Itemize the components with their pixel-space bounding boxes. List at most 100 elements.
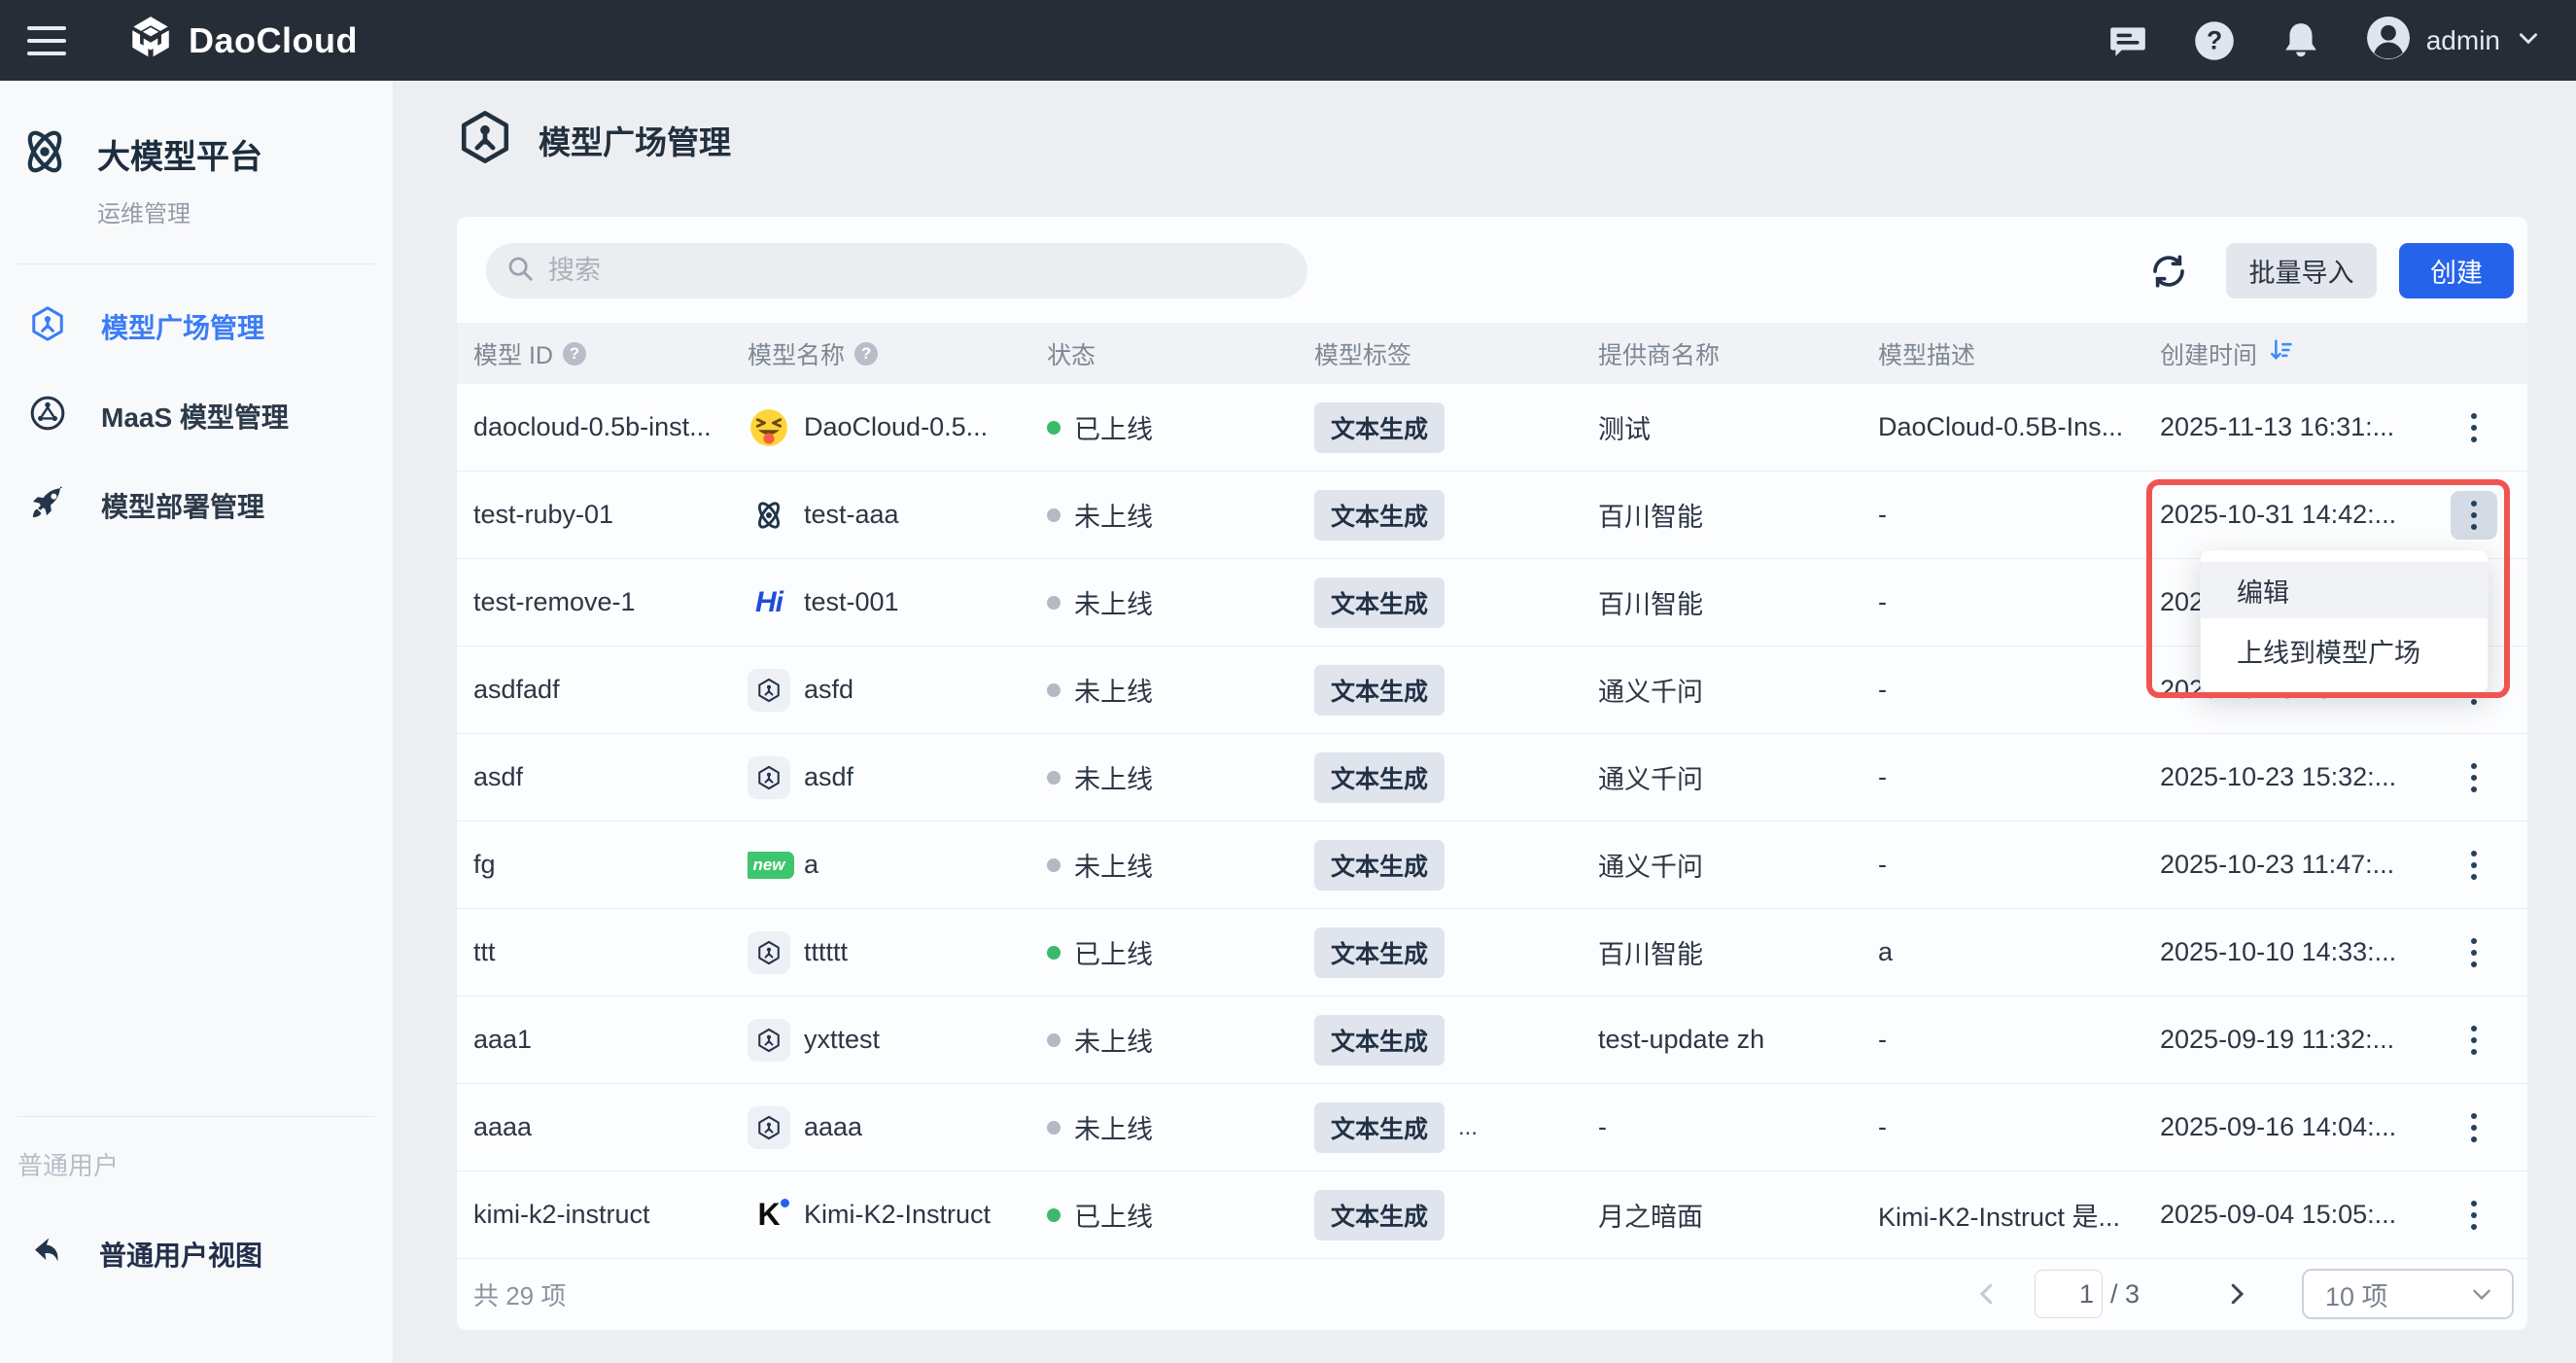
status-cell: 未上线 (1047, 1108, 1314, 1146)
created-time-cell: 2025-09-16 14:04:... (2160, 1112, 2437, 1142)
top-navbar: DaoCloud ? admin (0, 0, 2576, 81)
tag-badge: 文本生成 (1314, 402, 1445, 453)
chevron-down-icon (2469, 1281, 2494, 1307)
description-cell: - (1878, 1112, 2160, 1142)
status-dot (1047, 858, 1061, 872)
model-icon (748, 756, 790, 799)
row-actions-button[interactable] (2451, 1191, 2497, 1240)
column-header-status[interactable]: 状态 (1047, 336, 1314, 371)
status-dot (1047, 421, 1061, 435)
menu-item-publish[interactable]: 上线到模型广场 (2201, 618, 2488, 683)
tag-badge: 文本生成 (1314, 927, 1445, 978)
provider-cell: 月之暗面 (1598, 1196, 1878, 1234)
provider-cell: 百川智能 (1598, 496, 1878, 534)
table-row[interactable]: test-ruby-01 test-aaa 未上线 文本生成 百川智能 - 20… (457, 472, 2527, 559)
table-row[interactable]: aaa1 yxttest 未上线 文本生成 test-update zh - 2… (457, 996, 2527, 1084)
total-count: 共 29 项 (473, 1276, 566, 1312)
provider-cell: 百川智能 (1598, 933, 1878, 971)
help-icon[interactable]: ? (2193, 19, 2236, 62)
created-time-cell: 2025-09-04 15:05:... (2160, 1200, 2437, 1230)
model-tag-cell: 文本生成 (1314, 752, 1598, 803)
row-actions-button[interactable] (2451, 753, 2497, 802)
table-row[interactable]: asdf asdf 未上线 文本生成 通义千问 - 2025-10-23 15:… (457, 734, 2527, 821)
sidebar: 大模型平台 运维管理 模型广场管理 MaaS 模型管理 模型部署管理 普通用户 (0, 81, 394, 1363)
table-row[interactable]: fg new a 未上线 文本生成 通义千问 - 2025-10-23 11:4… (457, 821, 2527, 909)
status-dot (1047, 1121, 1061, 1135)
model-tag-cell: 文本生成 (1314, 490, 1598, 541)
model-icon (748, 1106, 790, 1149)
row-actions-button[interactable] (2451, 841, 2497, 890)
bulk-import-button[interactable]: 批量导入 (2226, 243, 2377, 298)
row-actions-button[interactable] (2451, 1016, 2497, 1065)
model-tag-cell: 文本生成 (1314, 1015, 1598, 1066)
back-arrow-icon (29, 1234, 64, 1276)
description-cell: - (1878, 587, 2160, 617)
search-input[interactable] (548, 256, 1288, 286)
sidebar-title: 大模型平台 (97, 130, 262, 178)
status-cell: 已上线 (1047, 933, 1314, 971)
sidebar-item-maas[interactable]: MaaS 模型管理 (0, 371, 393, 461)
menu-toggle-button[interactable] (27, 17, 76, 65)
page-size-select[interactable]: 10 项 (2302, 1269, 2514, 1319)
prev-page-icon[interactable] (1972, 1279, 2002, 1309)
table-row[interactable]: aaaa aaaa 未上线 文本生成 ... - - 2025-09-16 14… (457, 1084, 2527, 1171)
model-name-cell: DaoCloud-0.5... (748, 408, 1047, 447)
menu-item-edit[interactable]: 编辑 (2201, 562, 2488, 618)
model-name-cell: asdf (748, 756, 1047, 799)
brand: DaoCloud (126, 14, 358, 67)
help-circle-icon[interactable]: ? (563, 342, 586, 366)
main-content: 模型广场管理 批量导入 创建 模型 ID? 模型名称? 状态 (394, 81, 2576, 1363)
sidebar-subtitle: 运维管理 (97, 194, 262, 228)
feedback-icon[interactable] (2107, 20, 2148, 61)
notifications-bell-icon[interactable] (2280, 20, 2321, 61)
table-header: 模型 ID? 模型名称? 状态 模型标签 提供商名称 模型描述 创建时间 (457, 323, 2527, 384)
model-tag-cell: 文本生成 (1314, 665, 1598, 716)
rocket-icon (29, 484, 66, 528)
tag-badge: 文本生成 (1314, 1015, 1445, 1066)
search-icon (505, 254, 535, 288)
daocloud-cube-icon (126, 14, 175, 67)
provider-cell: 通义千问 (1598, 846, 1878, 884)
model-icon (748, 1019, 790, 1062)
refresh-icon[interactable] (2148, 251, 2189, 292)
sort-desc-icon[interactable] (2267, 336, 2294, 370)
tag-badge: 文本生成 (1314, 490, 1445, 541)
sidebar-item-label: 模型部署管理 (101, 486, 264, 525)
model-name-cell: Hi test-001 (748, 586, 1047, 619)
column-header-description[interactable]: 模型描述 (1878, 336, 2160, 371)
row-actions-button[interactable] (2451, 928, 2497, 977)
tag-badge: 文本生成 (1314, 665, 1445, 716)
sidebar-item-model-square[interactable]: 模型广场管理 (0, 282, 393, 371)
created-time-cell: 2025-10-23 11:47:... (2160, 850, 2437, 880)
search-box (486, 243, 1307, 298)
table-row[interactable]: ttt tttttt 已上线 文本生成 百川智能 a 2025-10-10 14… (457, 909, 2527, 996)
next-page-icon[interactable] (2222, 1279, 2251, 1309)
model-name-cell: tttttt (748, 931, 1047, 974)
model-tag-cell: 文本生成 ... (1314, 1102, 1598, 1153)
column-header-provider[interactable]: 提供商名称 (1598, 336, 1878, 371)
model-id-cell: fg (473, 850, 748, 880)
sidebar-item-deploy[interactable]: 模型部署管理 (0, 461, 393, 550)
provider-cell: 测试 (1598, 408, 1878, 446)
column-header-model-id[interactable]: 模型 ID? (473, 336, 748, 371)
table-row[interactable]: kimi-k2-instruct K Kimi-K2-Instruct 已上线 … (457, 1171, 2527, 1259)
page-title: 模型广场管理 (539, 117, 731, 163)
column-header-model-name[interactable]: 模型名称? (748, 336, 1047, 371)
table-row[interactable]: daocloud-0.5b-inst... DaoCloud-0.5... 已上… (457, 384, 2527, 472)
sidebar-item-label: MaaS 模型管理 (101, 397, 289, 436)
help-circle-icon[interactable]: ? (854, 342, 878, 366)
create-button[interactable]: 创建 (2399, 243, 2514, 298)
row-actions-button[interactable] (2451, 1103, 2497, 1152)
model-tag-cell: 文本生成 (1314, 840, 1598, 891)
model-tag-cell: 文本生成 (1314, 927, 1598, 978)
model-icon: K (748, 1197, 790, 1233)
row-actions-button[interactable] (2451, 403, 2497, 452)
column-header-tags[interactable]: 模型标签 (1314, 336, 1598, 371)
user-menu[interactable]: admin (2366, 16, 2541, 65)
status-cell: 已上线 (1047, 408, 1314, 446)
model-id-cell: asdfadf (473, 675, 748, 705)
row-actions-button[interactable] (2451, 491, 2497, 540)
column-header-created-time[interactable]: 创建时间 (2160, 336, 2437, 371)
sidebar-item-normal-user-view[interactable]: 普通用户视图 (0, 1209, 393, 1299)
page-number-input[interactable] (2035, 1270, 2103, 1318)
